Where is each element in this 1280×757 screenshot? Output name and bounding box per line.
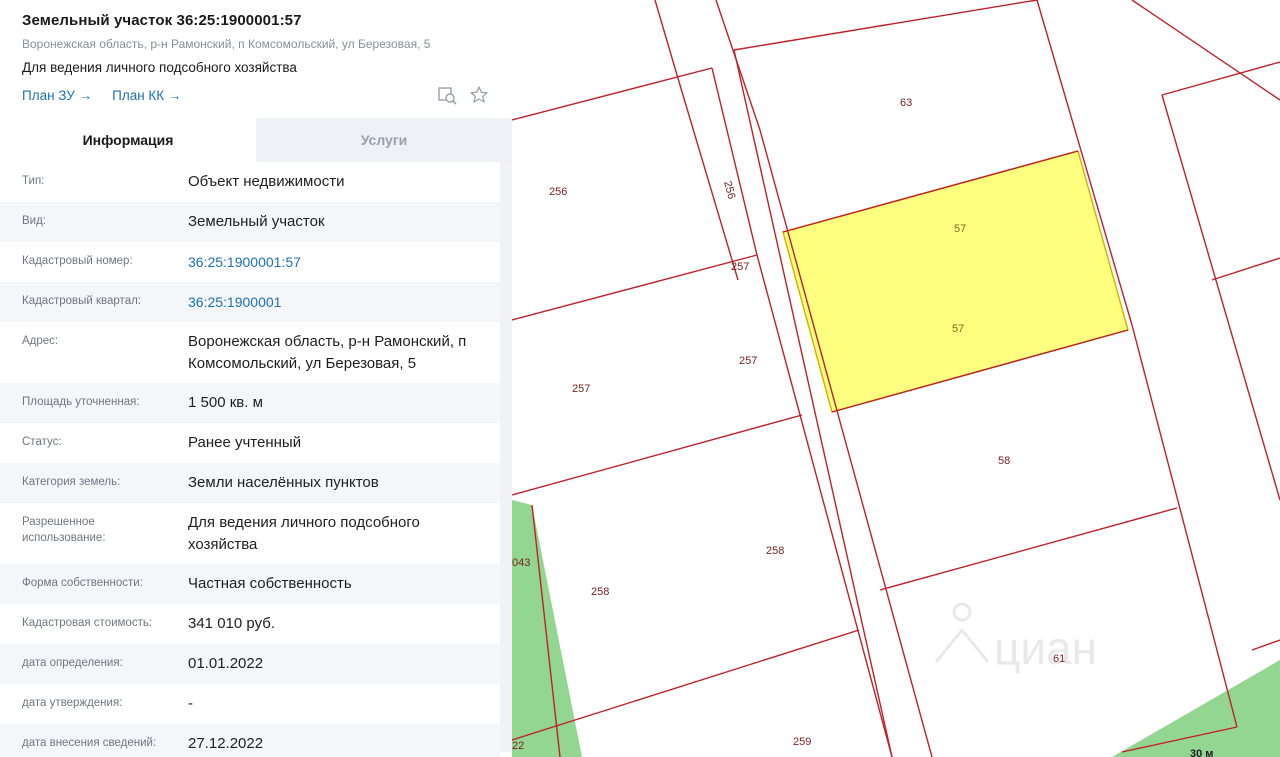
row-value: Объект недвижимости [188, 173, 345, 190]
inspect-icon[interactable] [436, 84, 458, 106]
tab-bar: Информация Услуги [0, 118, 512, 162]
panel-scrollbar[interactable] [500, 162, 512, 752]
info-row-ownership: Форма собственности: Частная собственнос… [0, 564, 500, 604]
parcel-label-043: 043 [512, 557, 530, 569]
selected-parcel-57 [782, 150, 1129, 413]
info-row-entry-date: дата внесения сведений: 27.12.2022 [0, 724, 500, 757]
map-canvas[interactable]: 63 256 256 257 257 257 57 57 58 258 258 … [512, 0, 1280, 757]
greenery-area [512, 500, 582, 757]
row-label: дата определения: [22, 657, 123, 669]
row-value: Для ведения личного подсобного хозяйства [188, 514, 420, 553]
parcel-label-57: 57 [952, 323, 964, 335]
info-row-cadastral-value: Кадастровая стоимость: 341 010 руб. [0, 604, 500, 644]
header-links: План ЗУ → План КК → [22, 84, 490, 106]
info-row-determination-date: дата определения: 01.01.2022 [0, 644, 500, 684]
header-purpose: Для ведения личного подсобного хозяйства [22, 60, 297, 75]
info-row-area: Площадь уточненная: 1 500 кв. м [0, 383, 500, 423]
parcel-label-257: 257 [572, 383, 590, 395]
parcel-label-57: 57 [954, 223, 966, 235]
tab-information[interactable]: Информация [0, 118, 256, 162]
row-label: Форма собственности: [22, 577, 143, 589]
parcel-label-258: 258 [766, 545, 784, 557]
header-address: Воронежская область, р-н Рамонский, п Ко… [22, 37, 431, 51]
star-icon[interactable] [468, 84, 490, 106]
greenery-area [1112, 660, 1280, 757]
scale-label: 30 м [1190, 748, 1213, 757]
watermark: циан [934, 602, 1097, 674]
page-title: Земельный участок 36:25:1900001:57 [22, 12, 302, 29]
info-panel: Земельный участок 36:25:1900001:57 Ворон… [0, 0, 512, 757]
parcel-label-58: 58 [998, 455, 1010, 467]
row-value: 01.01.2022 [188, 655, 264, 672]
row-value: Земельный участок [188, 213, 325, 230]
info-row-type: Тип: Объект недвижимости [0, 162, 500, 202]
parcel-label-256-rotated: 256 [721, 180, 737, 201]
info-row-land-category: Категория земель: Земли населённых пункт… [0, 463, 500, 503]
row-label: Площадь уточненная: [22, 396, 140, 408]
cadastral-map[interactable]: 63 256 256 257 257 257 57 57 58 258 258 … [512, 0, 1280, 757]
row-value: Ранее учтенный [188, 434, 302, 451]
row-label: Тип: [22, 175, 45, 187]
info-table: Тип: Объект недвижимости Вид: Земельный … [0, 162, 500, 757]
parcel-label-63: 63 [900, 97, 912, 109]
parcel-label-22: 22 [512, 740, 524, 752]
row-value: Земли населённых пунктов [188, 474, 379, 491]
tab-services[interactable]: Услуги [256, 118, 512, 162]
parcel-label-257: 257 [731, 261, 749, 273]
row-label: Вид: [22, 215, 46, 227]
row-value: 341 010 руб. [188, 615, 275, 632]
row-value: - [188, 695, 193, 712]
row-value: 1 500 кв. м [188, 394, 263, 411]
info-row-approval-date: дата утверждения: - [0, 684, 500, 724]
info-row-status: Статус: Ранее учтенный [0, 423, 500, 463]
row-label: дата утверждения: [22, 697, 123, 709]
cadastral-quarter-link[interactable]: 36:25:1900001 [188, 291, 281, 322]
info-row-cadastral-number: Кадастровый номер: 36:25:1900001:57 [0, 242, 500, 282]
row-label: Кадастровый номер: [22, 255, 133, 267]
row-label: Статус: [22, 436, 62, 448]
parcel-label-256: 256 [549, 186, 567, 198]
row-label: Разрешенное использование: [22, 516, 106, 544]
panel-header: Земельный участок 36:25:1900001:57 Ворон… [0, 0, 512, 108]
row-value: Частная собственность [188, 575, 352, 592]
cadastral-number-link[interactable]: 36:25:1900001:57 [188, 251, 301, 282]
info-row-kind: Вид: Земельный участок [0, 202, 500, 242]
row-label: Адрес: [22, 335, 59, 347]
row-label: Категория земель: [22, 476, 121, 488]
row-label: Кадастровый квартал: [22, 295, 141, 307]
info-row-address: Адрес: Воронежская область, р-н Рамонски… [0, 322, 500, 383]
info-row-cadastral-quarter: Кадастровый квартал: 36:25:1900001 [0, 282, 500, 322]
plan-zu-link[interactable]: План ЗУ → [22, 88, 92, 103]
row-label: дата внесения сведений: [22, 737, 157, 749]
parcel-label-259: 259 [793, 736, 811, 748]
row-value: Воронежская область, р-н Рамонский, п Ко… [188, 333, 467, 372]
row-label: Кадастровая стоимость: [22, 617, 153, 629]
parcel-label-257: 257 [739, 355, 757, 367]
parcel-label-258: 258 [591, 586, 609, 598]
row-value: 27.12.2022 [188, 735, 264, 752]
svg-text:циан: циан [994, 622, 1097, 674]
plan-kk-link[interactable]: План КК → [112, 88, 181, 103]
info-row-permitted-use: Разрешенное использование: Для ведения л… [0, 503, 500, 564]
